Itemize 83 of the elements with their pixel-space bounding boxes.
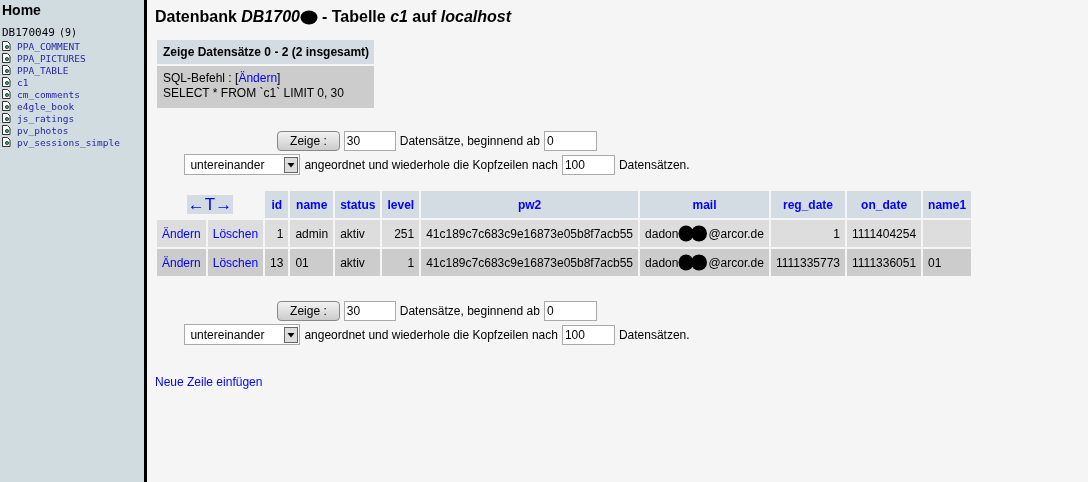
- document-icon[interactable]: [2, 125, 11, 135]
- caret-icon[interactable]: [284, 326, 299, 343]
- table-cell: 01: [290, 249, 334, 276]
- table-cell: 13: [265, 249, 289, 276]
- mail-text: @arcor.de: [708, 255, 764, 270]
- caret-icon[interactable]: [284, 156, 299, 173]
- delete-link[interactable]: Löschen: [207, 249, 264, 276]
- repeat-field[interactable]: 100: [561, 324, 615, 345]
- delete-link[interactable]: Löschen: [207, 220, 264, 247]
- column-header[interactable]: status: [335, 191, 381, 218]
- table-cell: 41c189c7c683c9e16873e05b8f7acb55: [421, 220, 639, 247]
- mode-label: angeordnet und wiederhole die Kopfzeilen nach: [304, 157, 558, 172]
- table-cell: 1111335773: [770, 249, 846, 276]
- rows-label: Datensätze, beginnend ab: [399, 303, 540, 318]
- column-header[interactable]: level: [382, 191, 420, 218]
- repeat-field[interactable]: 100: [561, 154, 615, 175]
- document-icon[interactable]: [2, 77, 11, 87]
- table-cell: admin: [290, 220, 334, 247]
- bracket: ]: [277, 71, 281, 85]
- column-header[interactable]: name: [290, 191, 334, 218]
- table-count: (9): [59, 27, 78, 38]
- document-icon[interactable]: [2, 113, 11, 123]
- table-cell: 251: [382, 220, 420, 247]
- column-header[interactable]: id: [265, 191, 289, 218]
- mail-text: dadon: [645, 255, 679, 270]
- start-field[interactable]: 0: [543, 130, 597, 151]
- rows-field[interactable]: 30: [343, 130, 396, 151]
- document-icon[interactable]: [2, 53, 11, 63]
- database-name[interactable]: DB170049: [2, 26, 55, 39]
- column-header[interactable]: on_date: [847, 191, 922, 218]
- repeat-label: Datensätzen.: [618, 157, 690, 172]
- rows-field[interactable]: 30: [343, 300, 396, 321]
- table-cell: 1: [382, 249, 420, 276]
- column-header[interactable]: name1: [923, 191, 972, 218]
- show-button[interactable]: Zeige :: [277, 300, 340, 321]
- table-link[interactable]: pv_sessions_simple: [17, 136, 120, 148]
- summary-heading: Zeige Datensätze 0 - 2 (2 insgesamt): [157, 40, 375, 64]
- table-link[interactable]: js_ratings: [17, 112, 75, 124]
- page-title: Datenbank DB1700: [155, 8, 300, 26]
- table-cell: 41c189c7c683c9e16873e05b8f7acb55: [421, 249, 639, 276]
- table-cell: 01: [923, 249, 972, 276]
- table-link[interactable]: PPA_COMMENT: [17, 40, 80, 52]
- show-button[interactable]: Zeige :: [277, 130, 340, 151]
- column-header[interactable]: mail: [640, 191, 769, 218]
- insert-row-link[interactable]: Neue Zeile einfügen: [155, 375, 263, 389]
- mail-text: @arcor.de: [708, 226, 764, 241]
- table-cell: 1: [265, 220, 289, 247]
- redaction-mark: [678, 225, 709, 242]
- document-icon[interactable]: [2, 65, 11, 75]
- table-link[interactable]: PPA_TABLE: [17, 64, 69, 76]
- rows-label: Datensätze, beginnend ab: [399, 133, 540, 148]
- document-icon[interactable]: [2, 101, 11, 111]
- edit-link[interactable]: Ändern: [157, 249, 206, 276]
- table-cell: aktiv: [335, 249, 381, 276]
- mail-text: dadon: [645, 226, 679, 241]
- table-link[interactable]: PPA_PICTURES: [17, 52, 86, 64]
- document-icon[interactable]: [2, 89, 11, 99]
- start-field[interactable]: 0: [543, 300, 597, 321]
- mode-label: angeordnet und wiederhole die Kopfzeilen nach: [304, 327, 558, 342]
- mode-dropdown[interactable]: untereinander: [184, 154, 301, 175]
- document-icon[interactable]: [2, 41, 11, 51]
- table-cell: 1: [770, 220, 846, 247]
- repeat-label: Datensätzen.: [618, 327, 690, 342]
- table-link[interactable]: c1: [17, 76, 29, 88]
- edit-link[interactable]: Ändern: [157, 220, 206, 247]
- sql-query: SELECT * FROM `c1` LIMIT 0, 30: [163, 86, 345, 101]
- table-link[interactable]: e4gle_book: [17, 100, 75, 112]
- table-cell: [923, 220, 972, 247]
- redaction-mark: [299, 9, 318, 25]
- redaction-mark: [678, 254, 709, 271]
- mode-dropdown[interactable]: untereinander: [184, 324, 301, 345]
- document-icon[interactable]: [2, 137, 11, 147]
- page-title: - Tabelle c1 auf localhost: [321, 8, 512, 26]
- home-link[interactable]: Home: [2, 2, 144, 18]
- table-cell: aktiv: [335, 220, 381, 247]
- table-link[interactable]: pv_photos: [17, 124, 69, 136]
- table-link[interactable]: cm_comments: [17, 88, 80, 100]
- sort-arrows[interactable]: ←T→: [186, 194, 234, 214]
- table-cell: 1111336051: [847, 249, 922, 276]
- sql-label: SQL-Befehl : [: [163, 71, 239, 85]
- column-header[interactable]: pw2: [421, 191, 639, 218]
- column-header[interactable]: reg_date: [770, 191, 846, 218]
- table-cell: 1111404254: [847, 220, 922, 247]
